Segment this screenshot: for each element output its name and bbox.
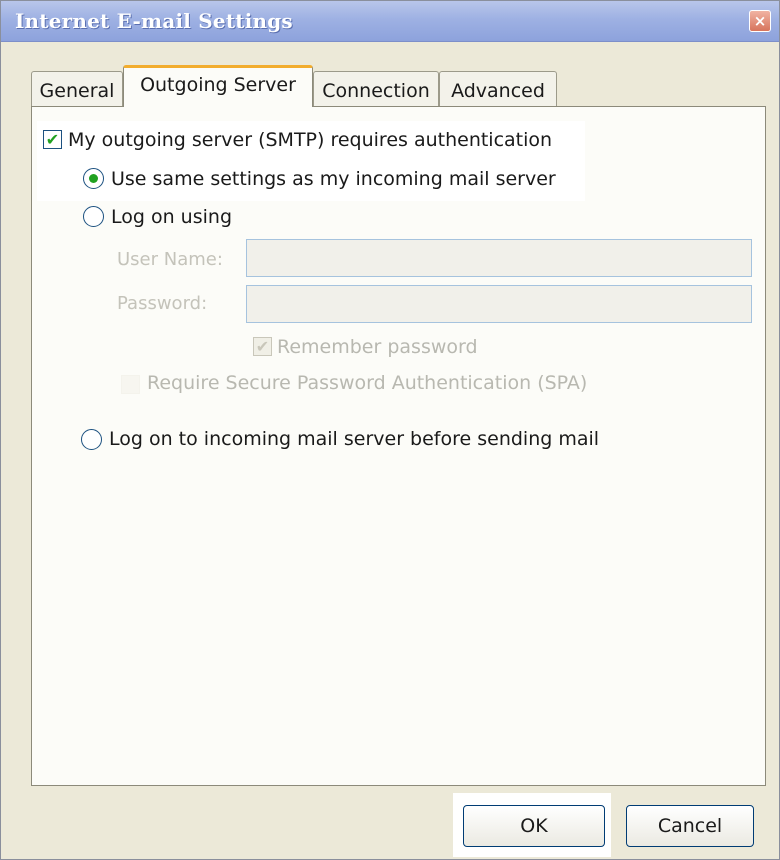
log-on-incoming-label: Log on to incoming mail server before se… [109,428,600,450]
password-label: Password: [117,293,208,314]
spa-label: Require Secure Password Authentication (… [147,372,588,394]
cancel-button[interactable]: Cancel [626,805,754,847]
radio-selected-dot [89,174,98,183]
log-on-using-label: Log on using [111,206,233,228]
tab-connection-label: Connection [322,80,430,102]
close-button[interactable]: × [749,10,771,32]
title-bar[interactable]: Internet E-mail Settings × [1,1,779,42]
requires-auth-label: My outgoing server (SMTP) requires authe… [68,129,553,151]
user-name-label: User Name: [117,249,223,270]
tab-connection[interactable]: Connection [313,71,439,107]
user-name-input[interactable] [246,239,752,277]
tab-outgoing-server-label: Outgoing Server [140,74,296,96]
spa-checkbox[interactable] [121,375,140,394]
same-settings-radio[interactable] [83,168,104,189]
ok-button[interactable]: OK [463,805,605,847]
tab-advanced-label: Advanced [451,80,545,102]
checkmark-icon-disabled: ✔ [255,336,270,356]
close-icon: × [753,12,767,30]
same-settings-label: Use same settings as my incoming mail se… [111,168,556,190]
tab-outgoing-server[interactable]: Outgoing Server [123,65,313,107]
tab-general-label: General [39,80,115,102]
requires-auth-checkbox[interactable]: ✔ [43,130,62,149]
internet-email-settings-dialog: Internet E-mail Settings × General Conne… [0,0,780,860]
log-on-using-radio[interactable] [83,206,104,227]
tab-general[interactable]: General [31,71,123,107]
remember-password-checkbox[interactable]: ✔ [253,337,272,356]
checkmark-icon: ✔ [45,129,60,149]
password-input[interactable] [246,285,752,323]
tab-advanced[interactable]: Advanced [439,71,557,107]
window-title: Internet E-mail Settings [15,9,293,33]
log-on-incoming-radio[interactable] [81,429,102,450]
remember-password-label: Remember password [277,336,478,358]
